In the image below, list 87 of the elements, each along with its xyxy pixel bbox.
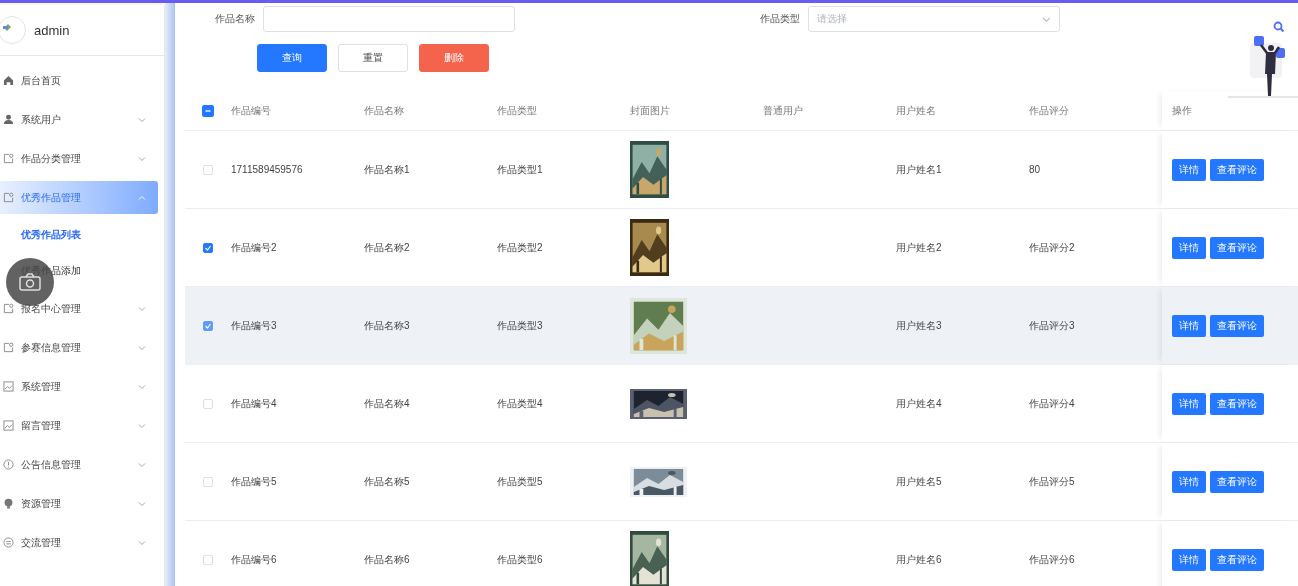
select-all-checkbox[interactable] <box>202 104 214 117</box>
details-button[interactable]: 详情 <box>1172 548 1206 571</box>
table-cell: 作品名称5 <box>364 475 410 487</box>
table-cell: 作品评分6 <box>1029 553 1075 565</box>
table-cell: 用户姓名1 <box>896 163 942 175</box>
document-icon <box>3 153 14 164</box>
select-field[interactable]: 请选择 <box>808 6 1060 32</box>
table-cell: 80 <box>1029 164 1041 175</box>
column-header: 用户姓名 <box>896 103 937 118</box>
check-icon <box>204 243 212 252</box>
view-comments-button[interactable]: 查看评论 <box>1210 392 1264 415</box>
user-icon <box>3 114 14 125</box>
table-cell: 作品评分4 <box>1029 397 1075 409</box>
view-comments-button[interactable]: 查看评论 <box>1210 548 1264 571</box>
chat-icon <box>3 537 14 548</box>
sidebar-item[interactable]: 留言管理 <box>0 406 158 445</box>
delete-button[interactable]: 删除 <box>419 44 489 72</box>
view-comments-button[interactable]: 查看评论 <box>1210 236 1264 259</box>
sidebar-item[interactable]: 公告信息管理 <box>0 445 158 484</box>
view-comments-button[interactable]: 查看评论 <box>1210 158 1264 181</box>
table-cell: 作品编号4 <box>231 397 277 409</box>
input-field[interactable] <box>263 6 515 32</box>
table-cell: 用户姓名4 <box>896 397 942 409</box>
sidebar-item[interactable]: 系统用户 <box>0 100 158 139</box>
table-cell: 作品名称4 <box>364 397 410 409</box>
query-button[interactable]: 查询 <box>257 44 327 72</box>
table-cell: 用户姓名3 <box>896 319 942 331</box>
table-cell: 作品类型1 <box>497 163 543 175</box>
column-header: 作品编号 <box>231 103 272 118</box>
table-cell: 用户姓名5 <box>896 475 942 487</box>
sidebar-item[interactable]: 作品分类管理 <box>0 139 158 178</box>
submenu-item[interactable]: 优秀作品列表 <box>0 217 164 253</box>
reset-button[interactable]: 重置 <box>338 44 408 72</box>
check-icon <box>204 321 212 330</box>
field-label: 作品类型 <box>760 12 800 26</box>
image-icon <box>3 381 14 392</box>
sidebar-item[interactable]: 报名中心管理 <box>0 289 158 328</box>
image-icon <box>3 420 14 431</box>
details-button[interactable]: 详情 <box>1172 470 1206 493</box>
table-cell: 作品编号2 <box>231 241 277 253</box>
user-name: admin <box>34 22 70 38</box>
table-cell: 作品评分3 <box>1029 319 1075 331</box>
home-icon <box>3 75 14 86</box>
table-cell: 作品类型6 <box>497 553 543 565</box>
table-cell: 作品名称6 <box>364 553 410 565</box>
table-cell: 作品编号3 <box>231 319 277 331</box>
sidebar-item[interactable]: 优秀作品管理 <box>0 181 158 214</box>
view-comments-button[interactable]: 查看评论 <box>1210 314 1264 337</box>
column-header: 作品评分 <box>1029 103 1070 118</box>
info-icon <box>3 459 14 470</box>
row-checkbox[interactable] <box>203 242 213 253</box>
row-checkbox[interactable] <box>203 320 213 331</box>
table-cell: 作品类型2 <box>497 241 543 253</box>
bulb-icon <box>3 498 14 509</box>
sidebar-item[interactable]: 资源管理 <box>0 484 158 523</box>
table-cell: 作品评分2 <box>1029 241 1075 253</box>
table-cell: 作品类型4 <box>497 397 543 409</box>
table-cell: 作品名称2 <box>364 241 410 253</box>
sidebar-item[interactable]: 后台首页 <box>0 61 158 100</box>
details-button[interactable]: 详情 <box>1172 158 1206 181</box>
chevron-down-icon <box>1042 14 1051 24</box>
sidebar-item[interactable]: 参赛信息管理 <box>0 328 158 367</box>
sidebar-item[interactable]: 交流管理 <box>0 523 158 562</box>
column-header: 普通用户 <box>763 103 804 118</box>
document-icon <box>3 342 14 353</box>
table-cell: 作品类型3 <box>497 319 543 331</box>
details-button[interactable]: 详情 <box>1172 236 1206 259</box>
table-cell: 作品名称3 <box>364 319 410 331</box>
document-icon <box>3 192 14 203</box>
table-cell: 1711589459576 <box>231 164 303 175</box>
details-button[interactable]: 详情 <box>1172 314 1206 337</box>
column-header: 操作 <box>1162 91 1296 130</box>
table-cell: 作品编号6 <box>231 553 277 565</box>
column-header: 作品名称 <box>364 103 405 118</box>
sidebar-item[interactable]: 系统管理 <box>0 367 158 406</box>
details-button[interactable]: 详情 <box>1172 392 1206 415</box>
field-label: 作品名称 <box>215 12 255 26</box>
table-cell: 用户姓名2 <box>896 241 942 253</box>
column-header: 作品类型 <box>497 103 538 118</box>
document-icon <box>3 303 14 314</box>
table-cell: 作品评分5 <box>1029 475 1075 487</box>
column-header: 封面图片 <box>630 103 671 118</box>
table-cell: 作品编号5 <box>231 475 277 487</box>
table-cell: 作品名称1 <box>364 163 410 175</box>
table-cell: 用户姓名6 <box>896 553 942 565</box>
view-comments-button[interactable]: 查看评论 <box>1210 470 1264 493</box>
table-cell: 作品类型5 <box>497 475 543 487</box>
